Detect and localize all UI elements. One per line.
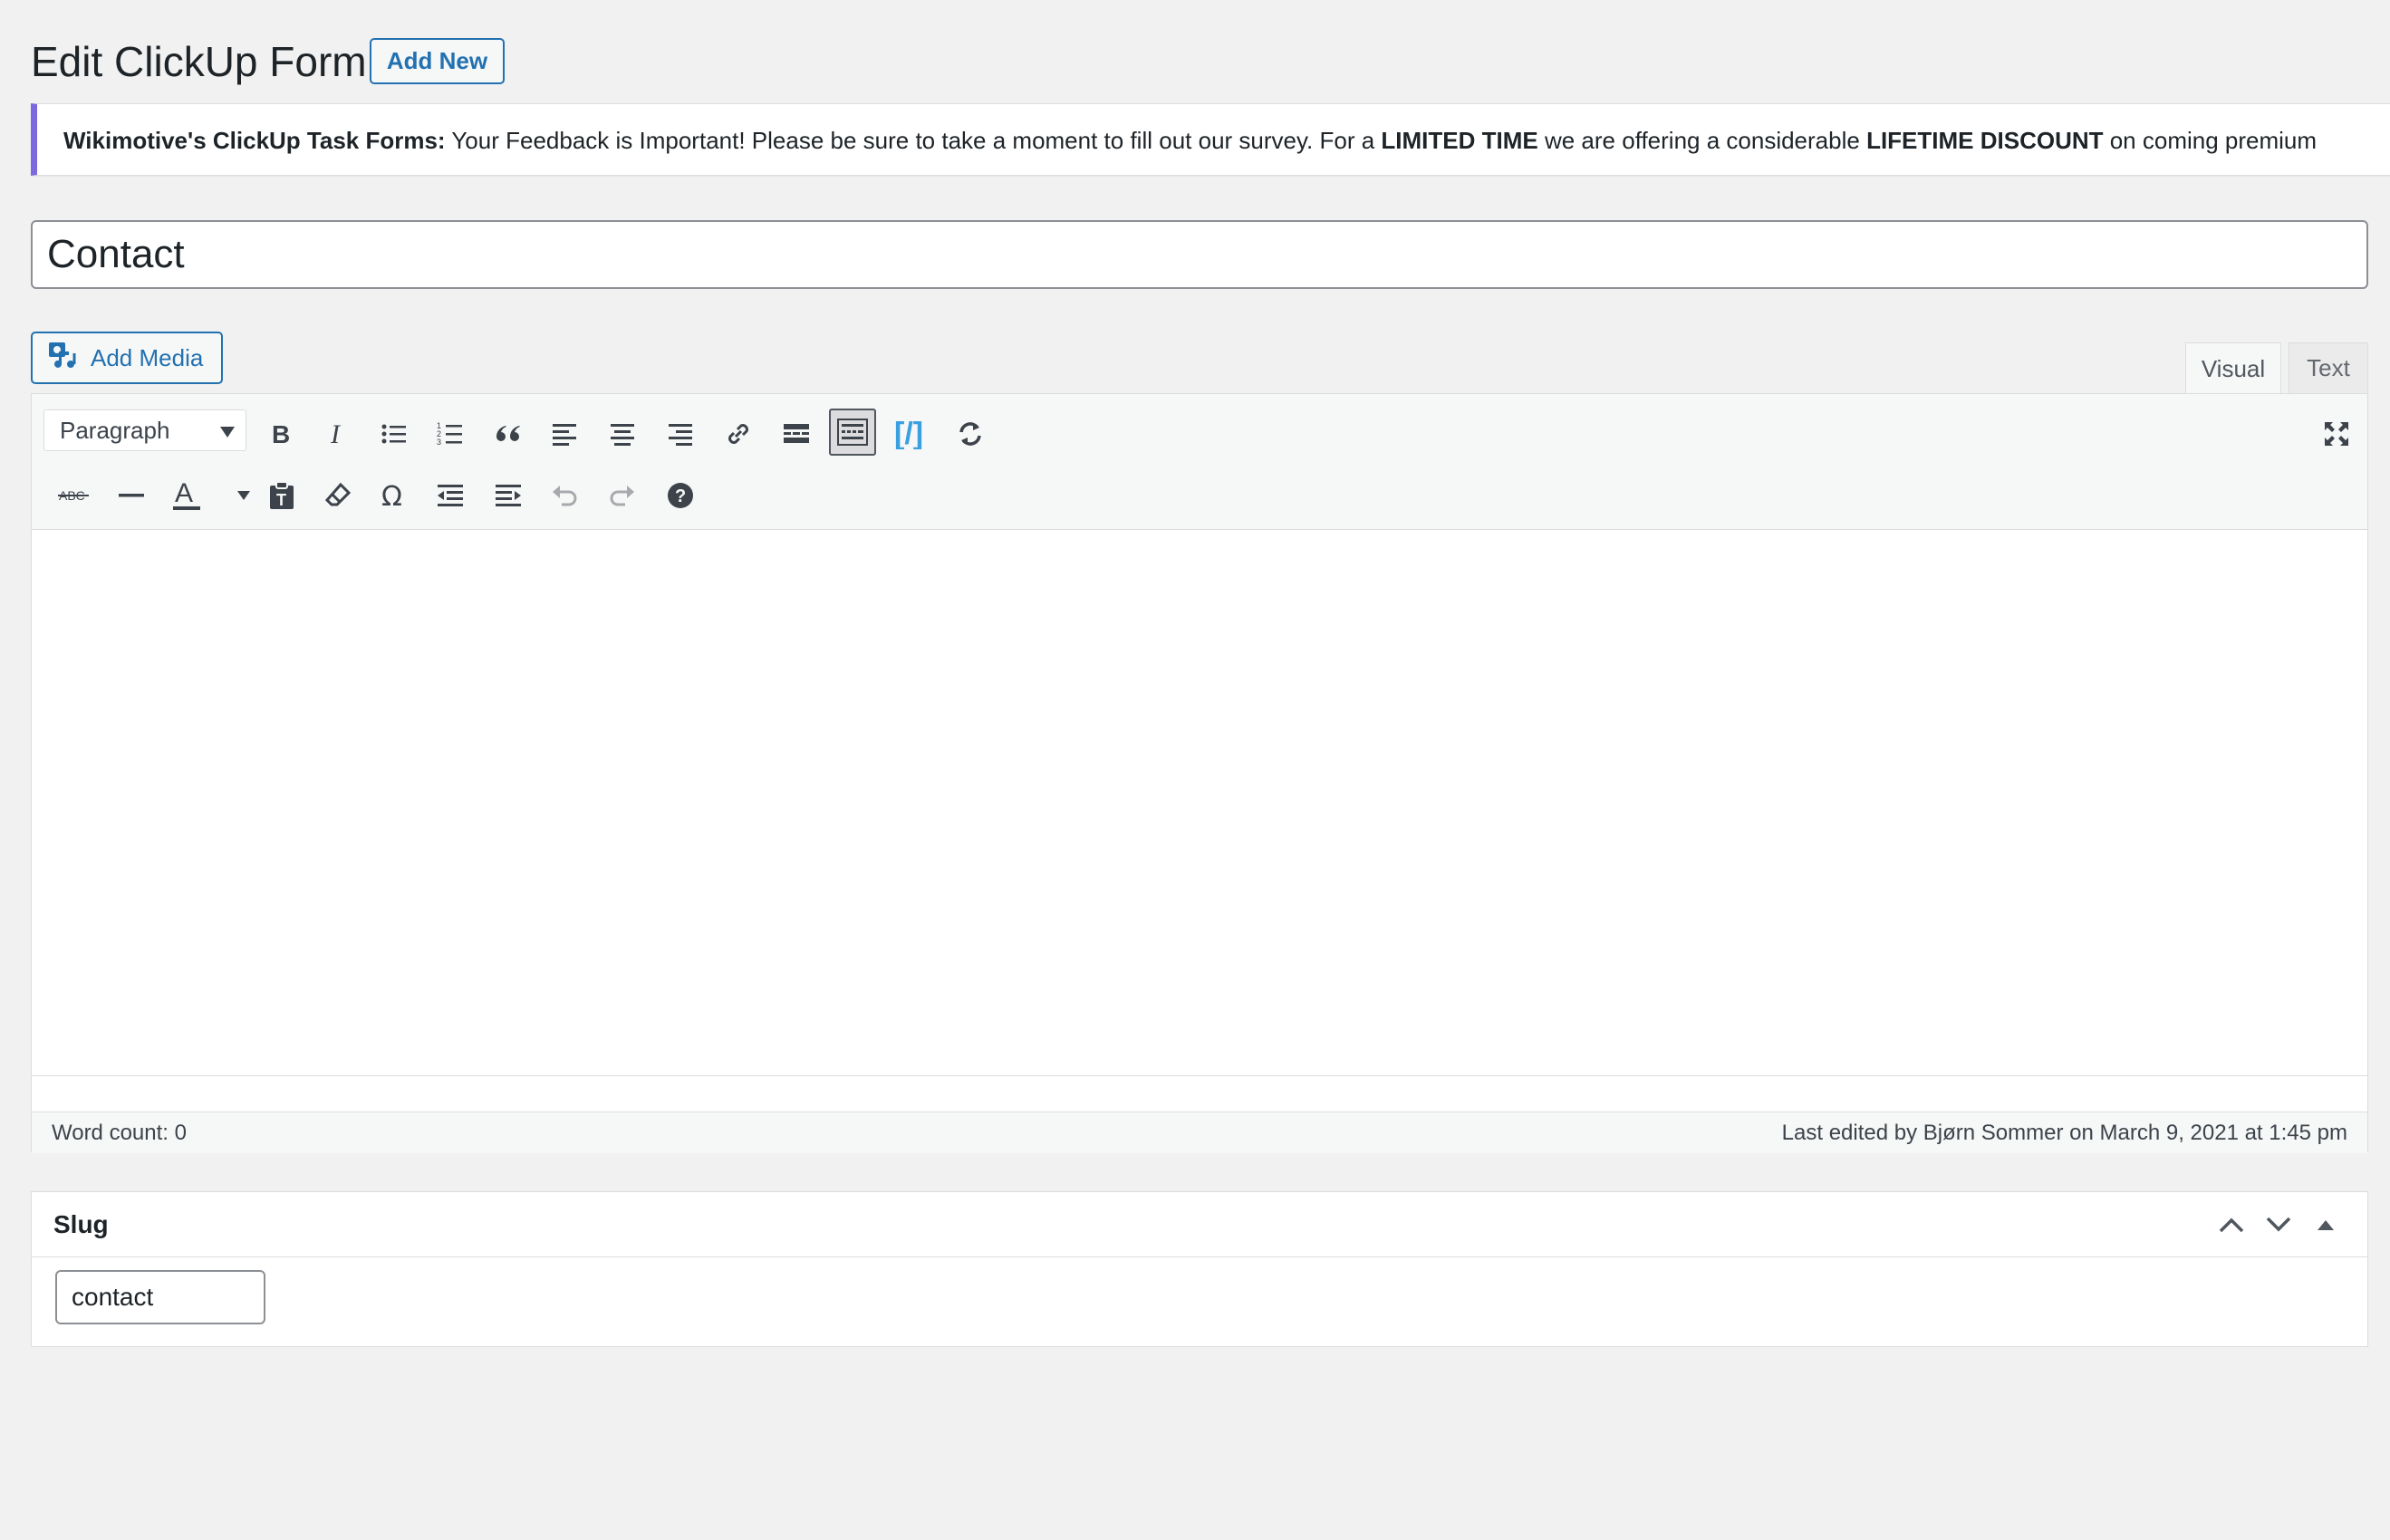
svg-text:A: A	[175, 478, 193, 508]
shortcode-icon[interactable]: [/]	[889, 410, 936, 457]
add-media-button[interactable]: Add Media	[31, 332, 223, 384]
tab-visual[interactable]: Visual	[2185, 342, 2281, 395]
toolbar-toggle-icon[interactable]	[829, 409, 876, 456]
add-media-label: Add Media	[91, 343, 204, 371]
page-title: Edit ClickUp Form	[31, 38, 367, 85]
align-right-icon[interactable]	[657, 410, 704, 457]
svg-text:3: 3	[437, 438, 441, 447]
add-new-button[interactable]: Add New	[370, 38, 505, 84]
notice-strong-2: LIFETIME DISCOUNT	[1866, 127, 2104, 154]
add-media-icon	[47, 341, 78, 376]
editor-content[interactable]	[32, 530, 2367, 1151]
fullscreen-icon[interactable]	[2313, 410, 2360, 457]
slug-input[interactable]: contact	[55, 1270, 265, 1324]
survey-notice: Wikimotive's ClickUp Task Forms: Your Fe…	[31, 103, 2390, 176]
undo-icon[interactable]	[541, 472, 588, 519]
editor: Paragraph B I 123 [/] ABC A T Ω ? Word c…	[31, 393, 2368, 1153]
editor-divider	[32, 1075, 2367, 1076]
svg-text:[/]: [/]	[894, 419, 923, 449]
help-icon[interactable]: ?	[657, 472, 704, 519]
editor-toolbar: Paragraph B I 123 [/] ABC A T Ω ?	[32, 394, 2367, 530]
editor-status-bar: Word count: 0 Last edited by Bjørn Somme…	[32, 1112, 2367, 1153]
svg-text:T: T	[276, 491, 286, 509]
special-character-icon[interactable]: Ω	[371, 472, 418, 519]
notice-text-3: on coming premium	[2103, 127, 2318, 154]
slug-metabox: Slug contact	[31, 1191, 2368, 1347]
collapse-toggle-icon[interactable]	[2308, 1207, 2344, 1243]
tab-text[interactable]: Text	[2289, 342, 2368, 393]
refresh-icon[interactable]	[947, 410, 994, 457]
chevron-up-icon[interactable]	[2213, 1207, 2250, 1243]
read-more-icon[interactable]	[773, 410, 820, 457]
notice-strong-1: LIMITED TIME	[1381, 127, 1538, 154]
numbered-list-icon[interactable]: 123	[427, 410, 474, 457]
link-icon[interactable]	[715, 410, 762, 457]
bold-icon[interactable]: B	[256, 410, 304, 457]
svg-text:Ω: Ω	[381, 482, 402, 509]
clear-formatting-icon[interactable]	[314, 472, 361, 519]
bulleted-list-icon[interactable]	[371, 410, 418, 457]
blockquote-icon[interactable]	[485, 410, 532, 457]
align-left-icon[interactable]	[541, 410, 588, 457]
notice-text-2: we are offering a considerable	[1537, 127, 1867, 154]
format-select-value: Paragraph	[60, 417, 170, 444]
svg-text:B: B	[272, 421, 290, 447]
post-title-input[interactable]: Contact	[31, 220, 2368, 289]
italic-icon[interactable]: I	[314, 410, 361, 457]
format-select[interactable]: Paragraph	[43, 409, 246, 451]
paste-as-text-icon[interactable]: T	[258, 472, 305, 519]
slug-metabox-title: Slug	[53, 1210, 109, 1238]
last-edited-info: Last edited by Bjørn Sommer on March 9, …	[1781, 1121, 2347, 1145]
align-center-icon[interactable]	[599, 410, 646, 457]
chevron-down-icon[interactable]	[233, 472, 255, 519]
strikethrough-icon[interactable]: ABC	[50, 472, 97, 519]
indent-icon[interactable]	[485, 472, 532, 519]
svg-text:?: ?	[675, 486, 686, 506]
notice-brand: Wikimotive's ClickUp Task Forms:	[63, 127, 446, 154]
slug-metabox-header: Slug	[32, 1192, 2367, 1257]
redo-icon[interactable]	[599, 472, 646, 519]
outdent-icon[interactable]	[427, 472, 474, 519]
word-count: Word count: 0	[52, 1121, 187, 1145]
horizontal-line-icon[interactable]	[108, 472, 155, 519]
svg-text:I: I	[330, 421, 342, 447]
text-color-icon[interactable]: A	[164, 472, 211, 519]
chevron-down-icon	[220, 427, 235, 438]
notice-text-1: Your Feedback is Important! Please be su…	[445, 127, 1382, 154]
chevron-down-icon[interactable]	[2260, 1207, 2297, 1243]
